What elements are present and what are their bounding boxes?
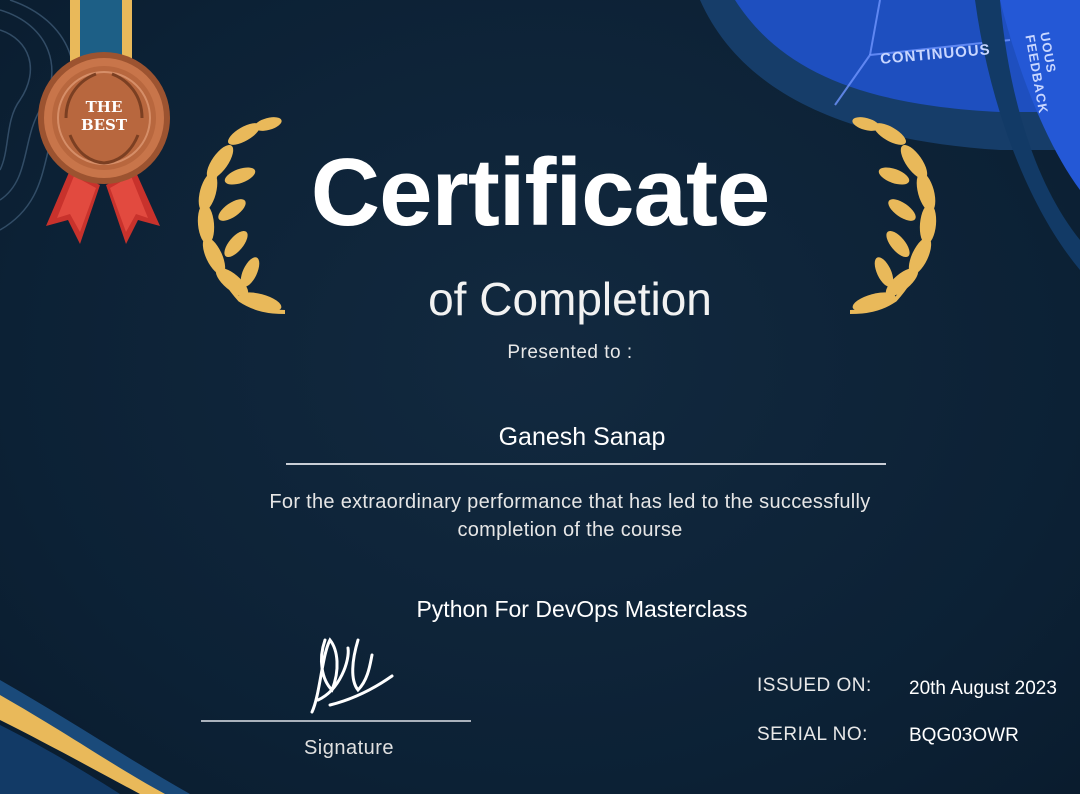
badge-label-line2: BEST [80,116,128,134]
certificate-description: For the extraordinary performance that h… [0,488,1080,544]
serial-no-value: BQG03OWR [909,725,1019,746]
serial-no-label: SERIAL NO: [757,724,868,745]
issued-on-value: 20th August 2023 [909,678,1057,699]
signature-icon [310,637,394,714]
course-name: Python For DevOps Masterclass [416,596,748,622]
signature-label: Signature [303,737,395,759]
certificate-title: Certificate [310,139,771,246]
certificate-page: THE BEST CONTINUOUS UOUS FEEDBACK Certif… [0,0,1080,794]
badge-label-line1: THE [85,98,123,116]
presented-to-label: Presented to : [507,342,633,363]
bottom-swoosh-decor [0,680,190,794]
background-decor [0,0,1080,794]
certificate-subtitle: of Completion [428,273,712,325]
issued-on-label: ISSUED ON: [757,675,872,696]
description-line-1: For the extraordinary performance that h… [269,491,871,513]
signature-line [201,720,471,722]
recipient-name: Ganesh Sanap [498,423,666,451]
description-line-2: completion of the course [457,519,683,541]
name-underline [286,463,886,465]
